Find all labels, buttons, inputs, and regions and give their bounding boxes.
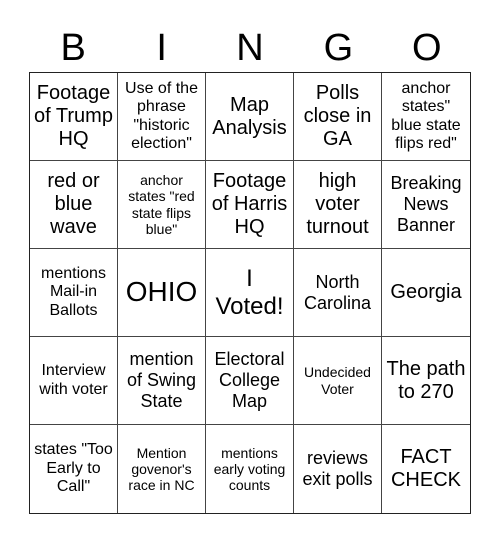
bingo-cell[interactable]: Mention govenor's race in NC — [118, 425, 206, 513]
bingo-cell[interactable]: North Carolina — [294, 249, 382, 337]
bingo-cell[interactable]: Georgia — [382, 249, 470, 337]
cell-text: Use of the phrase "historic election" — [125, 79, 198, 152]
cell-text: anchor states "red state flips blue" — [128, 172, 195, 237]
cell-text: high voter turnout — [306, 170, 369, 238]
cell-text: states "Too Early to Call" — [34, 441, 113, 496]
header-letter-i: I — [156, 27, 167, 69]
cell-text: reviews exit polls — [302, 448, 373, 489]
bingo-cell[interactable]: mention of Swing State — [118, 337, 206, 425]
cell-text: The path to 270 — [386, 357, 466, 403]
bingo-cell[interactable]: Footage of Trump HQ — [30, 73, 118, 161]
bingo-cell[interactable]: Map Analysis — [206, 73, 294, 161]
header-letter-o: O — [412, 27, 442, 69]
bingo-cell[interactable]: Electoral College Map — [206, 337, 294, 425]
cell-text: I Voted! — [215, 264, 284, 320]
bingo-cell[interactable]: anchor states "red state flips blue" — [118, 161, 206, 249]
bingo-cell[interactable]: mentions early voting counts — [206, 425, 294, 513]
header-letter-g: G — [323, 27, 354, 69]
cell-text: Georgia — [390, 281, 462, 303]
bingo-cell[interactable]: Polls close in GA — [294, 73, 382, 161]
cell-text: red or blue wave — [47, 170, 100, 238]
cell-text: Map Analysis — [212, 93, 287, 139]
bingo-cell[interactable]: states "Too Early to Call" — [30, 425, 118, 513]
bingo-cell[interactable]: FACT CHECK — [382, 425, 470, 513]
header-letter-n: N — [236, 27, 264, 69]
bingo-cell[interactable]: high voter turnout — [294, 161, 382, 249]
bingo-cell[interactable]: Footage of Harris HQ — [206, 161, 294, 249]
bingo-cell[interactable]: The path to 270 — [382, 337, 470, 425]
bingo-cell[interactable]: anchor states" blue state flips red" — [382, 73, 470, 161]
cell-text: Footage of Trump HQ — [34, 82, 113, 150]
bingo-cell[interactable]: Breaking News Banner — [382, 161, 470, 249]
cell-text: anchor states" blue state flips red" — [391, 79, 461, 152]
bingo-cell[interactable]: red or blue wave — [30, 161, 118, 249]
cell-text: Footage of Harris HQ — [211, 170, 288, 238]
cell-text: mentions early voting counts — [213, 444, 286, 494]
cell-text: mention of Swing State — [126, 349, 197, 411]
cell-text: FACT CHECK — [390, 446, 461, 491]
cell-text: Electoral College Map — [214, 349, 285, 411]
bingo-cell[interactable]: Use of the phrase "historic election" — [118, 73, 206, 161]
bingo-cell[interactable]: I Voted! — [206, 249, 294, 337]
cell-text: Breaking News Banner — [390, 173, 462, 235]
header-letter-b: B — [60, 27, 86, 69]
bingo-cell[interactable]: reviews exit polls — [294, 425, 382, 513]
bingo-board: Footage of Trump HQ Use of the phrase "h… — [29, 72, 471, 514]
cell-text: mentions Mail-in Ballots — [41, 264, 106, 319]
cell-text: Polls close in GA — [303, 82, 372, 150]
bingo-cell[interactable]: mentions Mail-in Ballots — [30, 249, 118, 337]
cell-text: Undecided Voter — [304, 364, 371, 397]
cell-text: OHIO — [125, 276, 198, 308]
bingo-header: B I N G O — [29, 24, 471, 72]
bingo-cell[interactable]: OHIO — [118, 249, 206, 337]
cell-text: North Carolina — [303, 271, 372, 313]
cell-text: Mention govenor's race in NC — [128, 444, 195, 494]
cell-text: Interview with voter — [39, 362, 108, 398]
bingo-cell[interactable]: Undecided Voter — [294, 337, 382, 425]
bingo-cell[interactable]: Interview with voter — [30, 337, 118, 425]
